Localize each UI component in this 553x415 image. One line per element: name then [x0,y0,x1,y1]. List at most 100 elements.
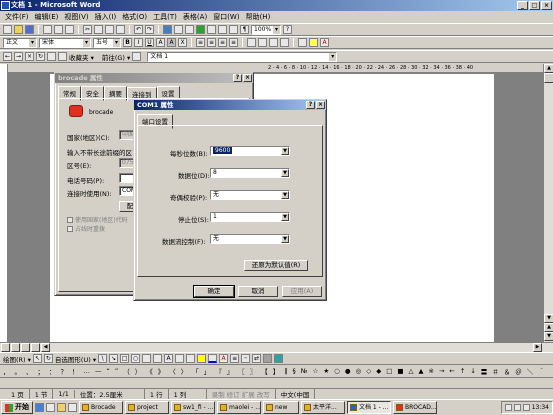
menu-insert[interactable]: 插入(I) [92,12,120,22]
menu-edit[interactable]: 编辑(E) [32,12,62,22]
char-border-icon[interactable]: A [156,38,165,47]
justify-icon[interactable]: ≡ [229,38,238,47]
symbol-button[interactable]: ” [115,367,118,375]
symbol-button[interactable]: ◇ [366,367,371,375]
symbol-button[interactable]: ↓ [470,367,475,375]
insert-picture-icon[interactable] [186,354,196,363]
symbol-button[interactable]: 《 [146,366,153,376]
draw-menu[interactable]: 绘图(R) ▾ [3,354,31,364]
close-button[interactable]: × [541,1,552,10]
symbol-button[interactable]: ■ [397,367,403,375]
symbol-button[interactable]: “ [107,367,110,375]
symbol-button[interactable]: — [95,367,102,375]
apply-button[interactable]: 应用(A) [282,286,322,297]
menu-tools[interactable]: 工具(T) [150,12,180,22]
tray-ime-icon[interactable] [522,404,530,411]
menu-format[interactable]: 格式(O) [119,12,150,22]
decrease-indent-icon[interactable] [269,38,278,47]
symbol-button[interactable]: 〈 [169,366,176,376]
chevron-down-icon[interactable]: ▼ [281,169,289,177]
open-icon[interactable] [14,25,23,34]
menu-window[interactable]: 窗口(W) [210,12,242,22]
symbol-button[interactable]: § [293,367,296,375]
bullets-icon[interactable] [258,38,267,47]
quicklaunch-app-icon[interactable] [68,403,77,412]
font-color-draw-icon[interactable]: A [219,354,229,363]
symbol-button[interactable]: 。 [15,366,22,376]
symbol-button[interactable]: ！ [72,366,79,376]
zoom-combo[interactable]: 100% [251,24,281,35]
com1-help-button[interactable]: ? [306,101,315,109]
free-rotate-icon[interactable]: ↻ [43,354,53,363]
scroll-left-button[interactable]: ◀ [41,343,50,352]
brocade-close-button[interactable]: × [243,74,252,82]
symbol-button[interactable]: ＆ [504,366,511,376]
outline-view-icon[interactable] [31,343,40,352]
style-combo[interactable]: 正文 [3,37,37,48]
tray-network-icon[interactable] [504,404,512,411]
symbol-button[interactable]: ＃ [492,366,499,376]
document-map-icon[interactable] [229,25,238,34]
symbol-button[interactable]: 」 [204,366,211,376]
clipart-icon[interactable] [175,354,185,363]
scroll-up-button[interactable]: ▲ [544,64,553,73]
font-combo[interactable]: 宋体 [39,37,91,48]
clock[interactable]: 13:34 [532,404,549,411]
paste-icon[interactable] [105,25,114,34]
data-bits-select[interactable]: 8 ▼ [210,168,290,178]
task-brocade-connection[interactable]: BROCAD... [393,401,437,414]
print-icon[interactable] [43,25,52,34]
fill-color-icon[interactable] [197,354,207,363]
align-center-icon[interactable]: ≡ [207,38,216,47]
symbol-button[interactable]: ； [38,366,45,376]
highlight-icon[interactable] [309,38,318,47]
hyperlink-icon[interactable] [163,25,172,34]
favorites-menu[interactable]: 收藏夹 ▾ [69,52,94,62]
line-icon[interactable]: \ [98,354,108,363]
insert-table-icon[interactable] [185,25,194,34]
chevron-down-icon[interactable]: ▼ [281,147,289,155]
scroll-down-button[interactable]: ▼ [544,314,553,323]
quicklaunch-folder-icon[interactable] [57,403,66,412]
back-icon[interactable]: ← [3,52,12,61]
dash-style-icon[interactable]: ┄ [241,354,251,363]
task-brocade[interactable]: Brocade [79,401,123,414]
scroll-right-button[interactable]: ▶ [533,343,542,352]
arrow-icon[interactable]: ↘ [109,354,119,363]
symbol-button[interactable]: 【 [261,366,268,376]
arrow-style-icon[interactable]: ⇄ [252,354,262,363]
symbol-button[interactable]: ▲ [419,367,424,375]
rectangle-icon[interactable]: □ [120,354,130,363]
symbol-button[interactable]: ○ [334,367,340,375]
minimize-button[interactable]: _ [517,1,528,10]
cut-icon[interactable]: ✂ [83,25,92,34]
stop-bits-select[interactable]: 1 ▼ [210,212,290,222]
columns-icon[interactable] [207,25,216,34]
symbol-button[interactable]: ◎ [356,367,362,375]
flow-control-select[interactable]: 无 ▼ [210,234,290,244]
symbol-button[interactable]: 〉 [181,366,188,376]
symbol-button[interactable]: ‖ [284,367,287,375]
3d-icon[interactable] [274,354,284,363]
symbol-button[interactable]: ） [135,366,142,376]
chevron-down-icon[interactable]: ▼ [281,191,289,199]
scroll-thumb[interactable] [544,73,553,83]
format-painter-icon[interactable] [116,25,125,34]
oval-icon[interactable]: ○ [131,354,141,363]
cancel-button[interactable]: 取消 [238,286,278,297]
symbol-button[interactable]: ＼ [527,366,534,376]
shadow-icon[interactable] [263,354,273,363]
char-shading-icon[interactable]: A [167,38,176,47]
align-left-icon[interactable]: ≡ [196,38,205,47]
symbol-button[interactable]: ★ [323,367,329,375]
symbol-button[interactable]: ？ [61,366,68,376]
bits-per-second-select[interactable]: 9600 ▼ [210,146,290,156]
line-style-icon[interactable]: ≡ [230,354,240,363]
brocade-help-button[interactable]: ? [233,74,242,82]
symbol-button[interactable]: → [439,367,444,375]
symbol-button[interactable]: ， [3,366,10,376]
address-combo[interactable]: 文档 1 [147,51,338,62]
symbol-button[interactable]: △ [409,367,414,375]
symbol-button[interactable]: （ [123,366,130,376]
stop-icon[interactable]: × [25,52,34,61]
